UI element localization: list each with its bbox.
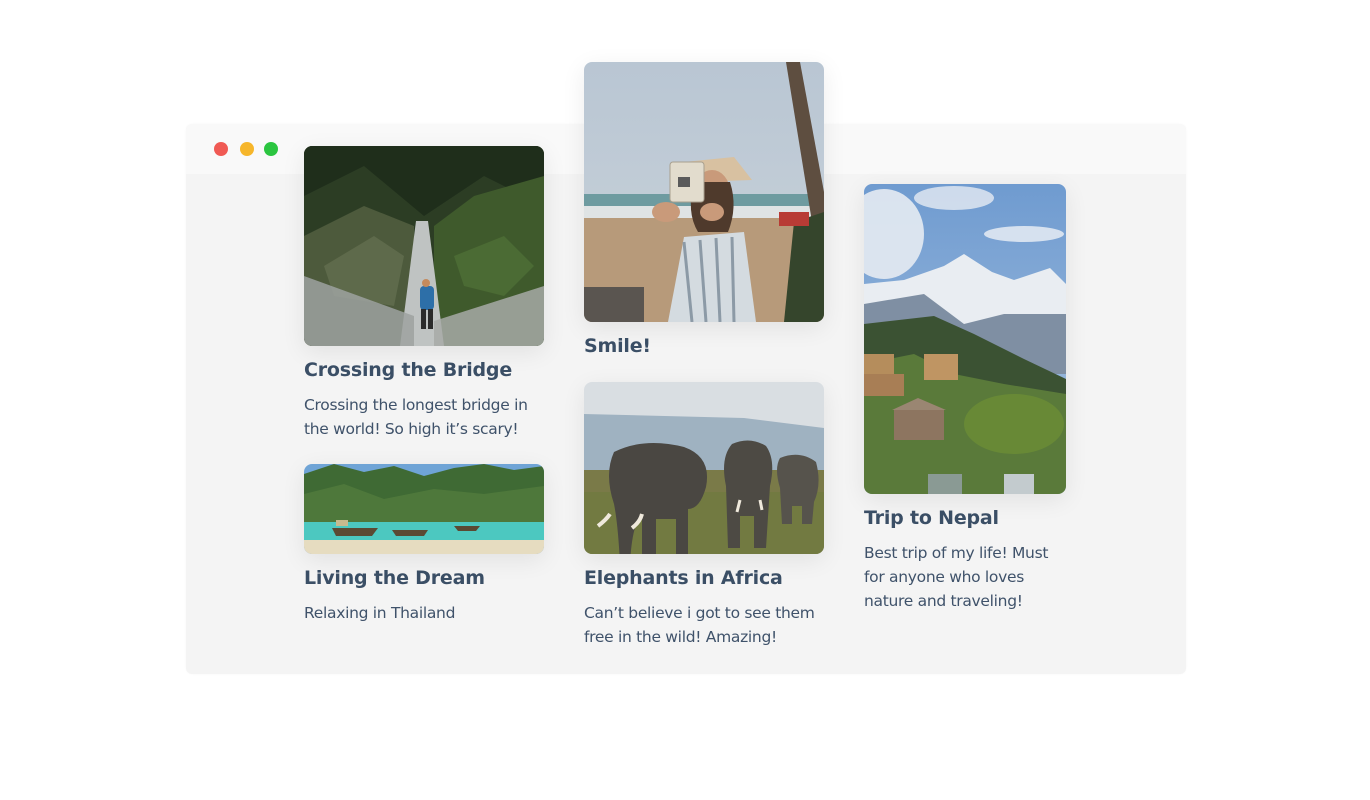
card-title: Elephants in Africa — [584, 567, 783, 589]
minimize-window-button[interactable] — [240, 142, 254, 156]
card-description: Relaxing in Thailand — [304, 604, 456, 622]
card-description: Best trip of my life! Must for anyone wh… — [864, 544, 1049, 610]
card-title: Living the Dream — [304, 567, 485, 589]
card-title: Trip to Nepal — [864, 507, 999, 529]
nepal-photo[interactable] — [864, 184, 1066, 494]
card-title: Smile! — [584, 335, 651, 357]
close-window-button[interactable] — [214, 142, 228, 156]
gallery-card-bridge[interactable]: Crossing the Bridge Crossing the longest… — [304, 146, 544, 441]
bridge-photo[interactable] — [304, 146, 544, 346]
card-description: Crossing the longest bridge in the world… — [304, 396, 528, 438]
gallery-card-nepal[interactable]: Trip to Nepal Best trip of my life! Must… — [864, 184, 1066, 613]
card-description: Can’t believe i got to see them free in … — [584, 604, 815, 646]
gallery-card-thailand[interactable]: Living the Dream Relaxing in Thailand — [304, 464, 544, 625]
smile-photo[interactable] — [584, 62, 824, 322]
thailand-photo[interactable] — [304, 464, 544, 554]
elephants-photo[interactable] — [584, 382, 824, 554]
card-title: Crossing the Bridge — [304, 359, 513, 381]
maximize-window-button[interactable] — [264, 142, 278, 156]
gallery-card-smile[interactable]: Smile! — [584, 62, 824, 357]
gallery-card-elephants[interactable]: Elephants in Africa Can’t believe i got … — [584, 382, 824, 649]
